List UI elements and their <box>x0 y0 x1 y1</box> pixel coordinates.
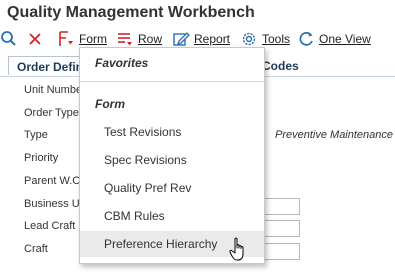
report-menu-label: Report <box>194 32 231 46</box>
menu-item-label: Preference Hierarchy <box>104 237 218 251</box>
unit-number-label: Unit Number <box>24 84 86 96</box>
menu-item-label: Spec Revisions <box>104 153 187 167</box>
tools-menu-label: Tools <box>262 32 291 46</box>
menu-item-spec-revisions[interactable]: Spec Revisions <box>80 147 264 173</box>
parent-wo-label: Parent W.O. <box>24 175 84 187</box>
search-button[interactable] <box>0 28 18 50</box>
form-menu-label: Form <box>79 32 107 46</box>
gear-icon <box>240 30 258 48</box>
form-exit-icon <box>57 30 75 48</box>
lead-craft-label: Lead Craft <box>24 220 76 232</box>
menu-divider <box>80 81 264 82</box>
type-label: Type <box>24 129 48 141</box>
type-value: Preventive Maintenance <box>275 129 394 141</box>
menu-item-quality-pref-rev[interactable]: Quality Pref Rev <box>80 175 264 201</box>
one-view-button[interactable]: One View <box>297 28 371 50</box>
one-view-label: One View <box>319 32 371 46</box>
hand-cursor-icon <box>229 237 249 268</box>
form-dropdown-menu: Favorites Form Test Revisions Spec Revis… <box>79 47 265 264</box>
row-menu-label: Row <box>138 32 163 46</box>
row-exit-icon <box>116 30 134 48</box>
page-title: Quality Management Workbench <box>7 4 255 21</box>
menu-header-favorites: Favorites <box>95 56 149 70</box>
menu-header-form: Form <box>95 97 125 111</box>
craft-label: Craft <box>24 243 48 255</box>
menu-item-label: Quality Pref Rev <box>104 181 192 195</box>
tab-codes[interactable]: Codes <box>262 59 299 73</box>
tab-order-definition[interactable]: Order Definition <box>8 56 80 75</box>
report-edit-icon <box>172 30 190 48</box>
order-type-label: Order Type <box>24 107 79 119</box>
menu-item-test-revisions[interactable]: Test Revisions <box>80 119 264 145</box>
close-icon <box>27 31 43 47</box>
close-button[interactable] <box>27 28 43 50</box>
menu-item-cbm-rules[interactable]: CBM Rules <box>80 203 264 229</box>
search-icon <box>0 30 18 48</box>
priority-label: Priority <box>24 152 59 164</box>
menu-item-label: CBM Rules <box>104 209 165 223</box>
menu-item-label: Test Revisions <box>104 125 182 139</box>
one-view-icon <box>297 30 315 48</box>
